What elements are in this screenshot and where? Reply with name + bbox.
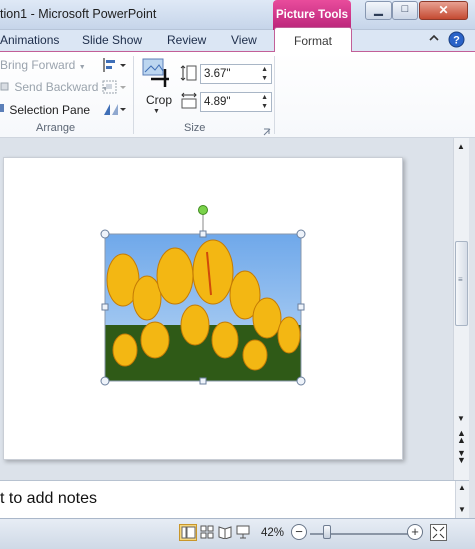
- help-icon[interactable]: ?: [448, 31, 465, 51]
- tab-view[interactable]: View: [231, 33, 257, 47]
- minimize-ribbon-icon[interactable]: [428, 32, 440, 47]
- send-backward-label: Send Backward: [14, 80, 99, 94]
- crop-dropdown-icon[interactable]: ▼: [153, 108, 160, 115]
- normal-view-icon[interactable]: [179, 524, 197, 544]
- svg-text:?: ?: [453, 35, 460, 47]
- rotation-handle[interactable]: [198, 205, 208, 215]
- close-icon: ✕: [438, 3, 449, 17]
- bring-forward-button[interactable]: Bring Forward ▼: [0, 58, 86, 72]
- selection-pane-button[interactable]: Selection Pane: [0, 102, 90, 117]
- zoom-out-button[interactable]: −: [291, 524, 307, 540]
- group-separator: [274, 56, 275, 134]
- size-dialog-launcher-icon[interactable]: [263, 125, 271, 139]
- selected-picture[interactable]: [95, 200, 315, 395]
- notes-placeholder: t to add notes: [0, 490, 97, 507]
- shape-width-icon: [180, 92, 198, 113]
- picture-tools-context-tab: Picture Tools: [273, 0, 351, 30]
- shape-height-input[interactable]: 3.67" ▲ ▼: [200, 64, 272, 84]
- send-backward-button[interactable]: Send Backward ▼: [0, 80, 109, 94]
- crop-button[interactable]: Crop: [146, 93, 172, 107]
- fit-slide-to-window-icon[interactable]: [430, 524, 447, 544]
- bring-forward-label: Bring Forward: [0, 58, 76, 72]
- title-bar: tion1 - Microsoft PowerPoint Picture Too…: [0, 0, 475, 30]
- notes-pane[interactable]: t to add notes: [0, 480, 469, 518]
- send-backward-icon: [0, 82, 9, 91]
- align-icon[interactable]: [101, 57, 127, 76]
- resize-handle-bottom-left[interactable]: [100, 376, 110, 386]
- shape-width-value: 4.89": [204, 96, 231, 108]
- zoom-slider-handle[interactable]: [323, 525, 331, 539]
- group-icon[interactable]: [101, 79, 127, 98]
- shape-height-icon: [180, 64, 198, 85]
- scroll-up-icon[interactable]: ▲: [458, 483, 466, 492]
- resize-handle-bottom-right[interactable]: [296, 376, 306, 386]
- height-spinner-icon[interactable]: ▲ ▼: [261, 65, 268, 83]
- resize-handle-left[interactable]: [101, 303, 109, 311]
- crop-icon[interactable]: [141, 57, 173, 92]
- next-slide-icon[interactable]: ▼ ▼: [457, 449, 466, 465]
- scroll-down-icon[interactable]: ▼: [458, 505, 466, 514]
- resize-handle-right[interactable]: [297, 303, 305, 311]
- resize-handle-top-right[interactable]: [296, 229, 306, 239]
- vertical-scrollbar[interactable]: ▲ ≡ ▼ ▲ ▲ ▼ ▼: [453, 138, 469, 480]
- maximize-icon: □: [401, 3, 409, 15]
- tab-review[interactable]: Review: [167, 33, 206, 47]
- tulip-photo: [105, 234, 301, 381]
- reading-view-icon[interactable]: [218, 525, 232, 542]
- notes-scrollbar[interactable]: ▲ ▼: [455, 481, 469, 518]
- resize-handle-bottom[interactable]: [199, 377, 207, 385]
- status-bar: 42% − +: [0, 518, 475, 549]
- slide-sorter-icon[interactable]: [200, 525, 214, 542]
- tab-animations[interactable]: Animations: [0, 33, 59, 47]
- resize-handle-top[interactable]: [199, 230, 207, 238]
- shape-height-value: 3.67": [204, 68, 231, 80]
- close-button[interactable]: ✕: [419, 1, 468, 20]
- shape-width-input[interactable]: 4.89" ▲ ▼: [200, 92, 272, 112]
- minimize-button[interactable]: ▁: [365, 1, 392, 20]
- selection-pane-label: Selection Pane: [9, 103, 91, 117]
- previous-slide-icon[interactable]: ▲ ▲: [457, 429, 466, 445]
- zoom-level[interactable]: 42%: [261, 527, 284, 539]
- grip-icon: ≡: [458, 275, 463, 284]
- selection-pane-icon: [0, 104, 4, 112]
- scroll-thumb[interactable]: ≡: [455, 241, 468, 326]
- zoom-in-button[interactable]: +: [407, 524, 423, 540]
- width-spinner-icon[interactable]: ▲ ▼: [261, 93, 268, 111]
- dropdown-arrow-icon: ▼: [78, 64, 86, 71]
- scroll-down-icon[interactable]: ▼: [457, 414, 465, 423]
- group-separator: [133, 56, 134, 134]
- tab-format[interactable]: Format: [274, 27, 353, 53]
- size-group-label: Size: [184, 122, 206, 134]
- tab-slide-show[interactable]: Slide Show: [82, 33, 142, 47]
- ribbon: Bring Forward ▼ Send Backward ▼ Selectio…: [0, 52, 475, 138]
- window-title: tion1 - Microsoft PowerPoint: [0, 7, 157, 21]
- slide-show-icon[interactable]: [236, 525, 250, 542]
- resize-handle-top-left[interactable]: [100, 229, 110, 239]
- ribbon-tab-row: Animations Slide Show Review View Format…: [0, 27, 475, 53]
- minimize-icon: ▁: [374, 4, 383, 16]
- arrange-group-label: Arrange: [36, 122, 76, 134]
- maximize-button[interactable]: □: [392, 1, 418, 20]
- rotate-icon[interactable]: [101, 101, 127, 120]
- scroll-up-icon[interactable]: ▲: [457, 142, 465, 151]
